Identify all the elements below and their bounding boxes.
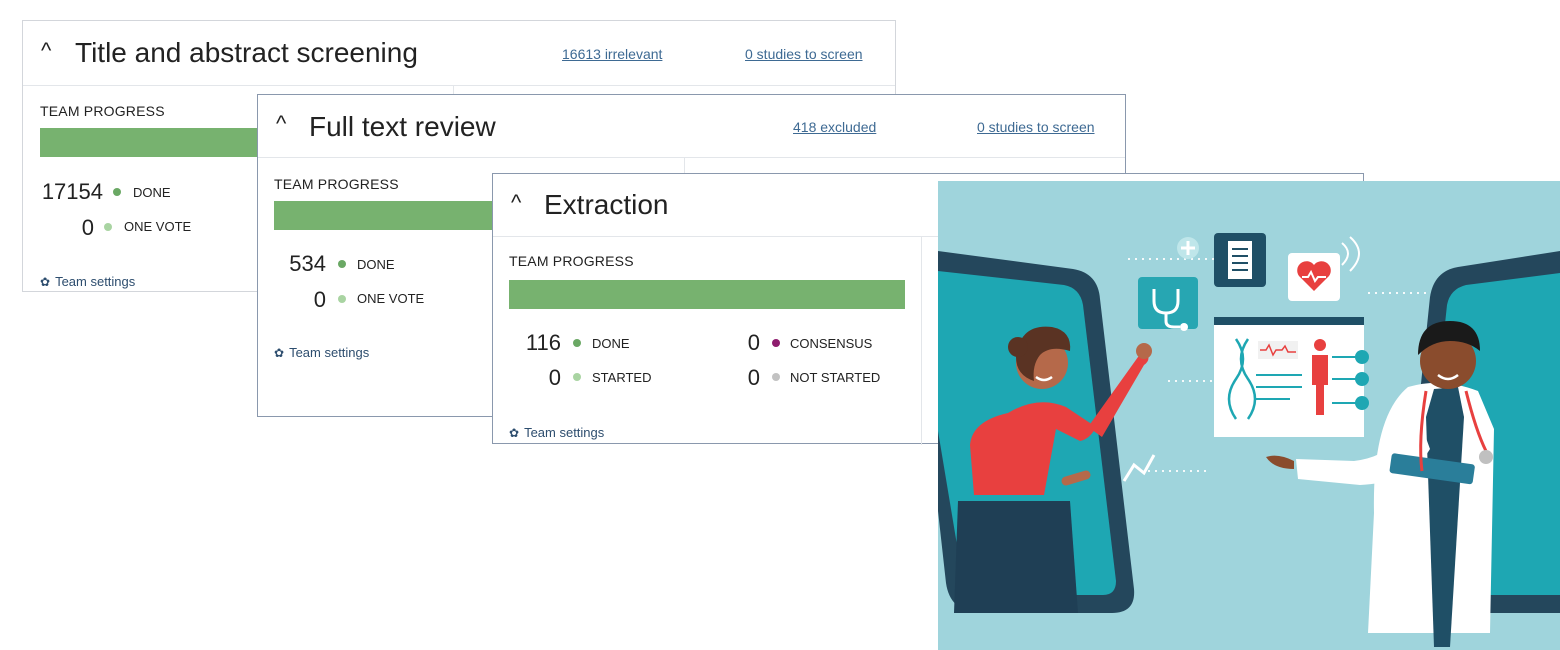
consensus-dot: [772, 339, 780, 347]
consensus-count: 0: [747, 330, 760, 355]
divider: [921, 236, 922, 445]
team-settings-link[interactable]: ✿ Team settings: [40, 274, 135, 289]
started-label: STARTED: [592, 370, 652, 385]
one-vote-dot: [104, 223, 112, 231]
done-count: 116: [525, 330, 561, 355]
done-label: DONE: [357, 257, 395, 272]
team-settings-label: Team settings: [524, 425, 605, 440]
started-dot: [573, 373, 581, 381]
illustration-svg: [938, 181, 1560, 650]
done-label: DONE: [592, 336, 630, 351]
not-started-dot: [772, 373, 780, 381]
team-progress-label: TEAM PROGRESS: [274, 176, 399, 192]
done-dot: [113, 188, 121, 196]
chevron-up-icon[interactable]: ^: [511, 190, 521, 216]
team-settings-link[interactable]: ✿ Team settings: [274, 345, 369, 360]
done-label: DONE: [133, 185, 171, 200]
not-started-label: NOT STARTED: [790, 370, 881, 385]
gear-icon: ✿: [509, 426, 520, 440]
gear-icon: ✿: [40, 275, 51, 289]
card-title: Extraction: [544, 189, 669, 220]
done-dot: [338, 260, 346, 268]
consensus-label: CONSENSUS: [790, 336, 873, 351]
one-vote-label: ONE VOTE: [124, 219, 192, 234]
one-vote-count: 0: [81, 215, 94, 240]
studies-to-screen-link[interactable]: 0 studies to screen: [977, 119, 1095, 135]
team-settings-link[interactable]: ✿ Team settings: [509, 425, 604, 440]
card-title: Full text review: [309, 111, 496, 142]
one-vote-count: 0: [313, 287, 326, 312]
studies-to-screen-link[interactable]: 0 studies to screen: [745, 46, 863, 62]
card-header: ^ Full text review 418 excluded 0 studie…: [258, 95, 1125, 158]
telemedicine-illustration: [938, 181, 1560, 650]
irrelevant-link[interactable]: 16613 irrelevant: [562, 46, 662, 62]
team-settings-label: Team settings: [55, 274, 136, 289]
not-started-count: 0: [747, 365, 760, 390]
card-header: ^ Title and abstract screening 16613 irr…: [23, 21, 895, 86]
done-count: 17154: [41, 179, 103, 204]
done-count: 534: [289, 251, 326, 276]
chevron-up-icon[interactable]: ^: [41, 38, 51, 64]
card-title: Title and abstract screening: [75, 37, 418, 68]
team-settings-label: Team settings: [289, 345, 370, 360]
team-progress-bar: [509, 280, 905, 309]
chevron-up-icon[interactable]: ^: [276, 111, 286, 137]
one-vote-dot: [338, 295, 346, 303]
team-progress-label: TEAM PROGRESS: [40, 103, 165, 119]
team-progress-fill: [509, 280, 905, 309]
started-count: 0: [548, 365, 561, 390]
team-progress-label: TEAM PROGRESS: [509, 253, 634, 269]
done-dot: [573, 339, 581, 347]
one-vote-label: ONE VOTE: [357, 291, 425, 306]
excluded-link[interactable]: 418 excluded: [793, 119, 876, 135]
gear-icon: ✿: [274, 346, 285, 360]
